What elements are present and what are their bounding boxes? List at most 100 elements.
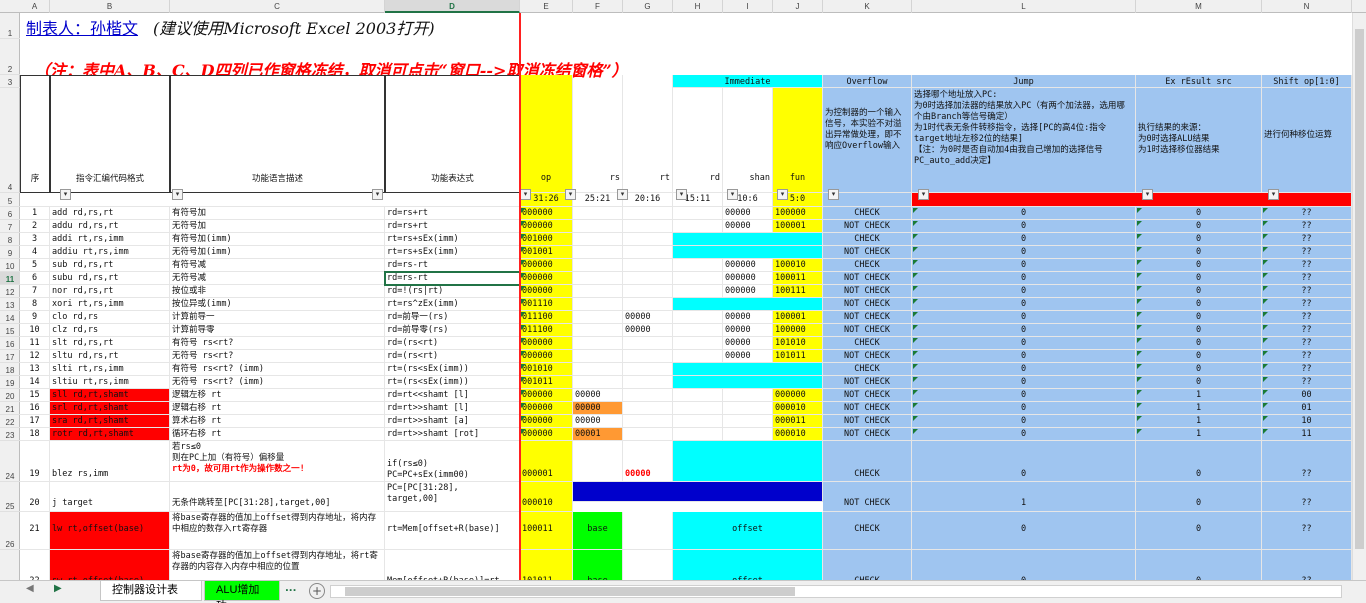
cell-expr[interactable]: rd=rt>>shamt [l] [385, 402, 520, 415]
row-header-15[interactable]: 15 [0, 324, 20, 337]
jump-description[interactable]: 选择哪个地址放入PC: 为0时选择加法器的结果放入PC（有两个加法器，选用哪个由… [912, 88, 1136, 193]
cell-shamt[interactable]: 00000 [723, 311, 773, 324]
cell-shift[interactable]: ?? [1262, 259, 1352, 272]
cell-op[interactable]: 011100 [520, 311, 573, 324]
cell-shift[interactable]: ?? [1262, 311, 1352, 324]
row-header-21[interactable]: 21 [0, 402, 20, 415]
cell-shamt[interactable]: 000000 [723, 285, 773, 298]
cell-op[interactable]: 001000 [520, 233, 573, 246]
cell-exresult[interactable]: 0 [1136, 285, 1262, 298]
row-header-13[interactable]: 13 [0, 298, 20, 311]
cell-shift[interactable]: ?? [1262, 512, 1352, 550]
cell-rs[interactable] [573, 350, 623, 363]
cell-rd[interactable] [673, 285, 723, 298]
cell-op[interactable]: 000000 [520, 402, 573, 415]
cell-rt[interactable] [623, 350, 673, 363]
filter-dropdown-icon[interactable]: ▾ [372, 189, 383, 200]
cell-funct[interactable]: 101011 [773, 350, 823, 363]
row-header-1[interactable]: 1 [0, 13, 20, 39]
cell-overflow[interactable]: NOT CHECK [823, 402, 912, 415]
cell-desc[interactable]: 无条件跳转至[PC[31:28],target,00] [170, 482, 385, 512]
cell-shamt[interactable]: 00000 [723, 350, 773, 363]
cell-jump[interactable]: 0 [912, 259, 1136, 272]
cell-overflow[interactable]: NOT CHECK [823, 482, 912, 512]
cell-exresult[interactable]: 0 [1136, 376, 1262, 389]
cell-seq[interactable]: 12 [20, 350, 50, 363]
cell-overflow[interactable]: CHECK [823, 233, 912, 246]
cell-jump[interactable]: 0 [912, 363, 1136, 376]
cell-overflow[interactable]: CHECK [823, 337, 912, 350]
cell-shamt[interactable] [723, 415, 773, 428]
cell-rt[interactable] [623, 298, 673, 311]
column-header-h[interactable]: H [673, 0, 723, 13]
filter-dropdown-icon[interactable]: ▾ [777, 189, 788, 200]
cell-op[interactable]: 000000 [520, 285, 573, 298]
cell-rt[interactable] [623, 233, 673, 246]
cell-op[interactable]: 000001 [520, 441, 573, 482]
filter-dropdown-icon[interactable]: ▾ [676, 189, 687, 200]
bits-rs[interactable]: 25:21 [573, 193, 623, 207]
cell-seq[interactable]: 22 [20, 550, 50, 580]
cell-jump[interactable]: 0 [912, 512, 1136, 550]
column-header-f[interactable]: F [573, 0, 623, 13]
cell-shift[interactable]: ?? [1262, 246, 1352, 259]
cell-asm[interactable]: srl rd,rt,shamt [50, 402, 170, 415]
cell-exresult[interactable]: 1 [1136, 402, 1262, 415]
cell-rd[interactable] [673, 350, 723, 363]
cell-expr[interactable]: rd=!(rs|rt) [385, 285, 520, 298]
cell-rs[interactable] [573, 298, 623, 311]
cell-shift[interactable]: 01 [1262, 402, 1352, 415]
cell-seq[interactable]: 10 [20, 324, 50, 337]
cell-asm[interactable]: j target [50, 482, 170, 512]
cell-jump[interactable]: 0 [912, 298, 1136, 311]
cell-shift[interactable]: 00 [1262, 389, 1352, 402]
vertical-scrollbar[interactable] [1352, 13, 1366, 580]
cell-shamt[interactable]: 00000 [723, 207, 773, 220]
cell-rt[interactable] [623, 363, 673, 376]
header-jump[interactable]: Jump [912, 75, 1136, 88]
filter-dropdown-icon[interactable]: ▾ [828, 189, 839, 200]
cell-seq[interactable]: 18 [20, 428, 50, 441]
header-expr[interactable]: 功能表达式 [385, 75, 520, 193]
overflow-description[interactable]: 为控制器的一个输入信号，本实验不对溢出异常做处理，即不响应Overflow输入 [823, 88, 912, 193]
cell-shamt[interactable]: 00000 [723, 337, 773, 350]
cell-seq[interactable]: 9 [20, 311, 50, 324]
cell-rs[interactable]: 00000 [573, 389, 623, 402]
cell-rs[interactable] [573, 337, 623, 350]
cell-rt[interactable] [623, 259, 673, 272]
cell-overflow[interactable]: NOT CHECK [823, 389, 912, 402]
cell-exresult[interactable]: 0 [1136, 207, 1262, 220]
cell-expr[interactable]: rd=rt>>shamt [a] [385, 415, 520, 428]
cell-shamt[interactable]: 000000 [723, 272, 773, 285]
cell-op[interactable]: 000000 [520, 259, 573, 272]
filter-dropdown-icon[interactable]: ▾ [565, 189, 576, 200]
cell-jump[interactable]: 0 [912, 350, 1136, 363]
cell-rd[interactable] [673, 415, 723, 428]
add-sheet-button[interactable]: + [309, 583, 325, 599]
cell-asm[interactable]: lw rt,offset(base) [50, 512, 170, 550]
cell-rt[interactable]: 00000 [623, 324, 673, 337]
bits-rt[interactable]: 20:16 [623, 193, 673, 207]
cell-expr[interactable]: rt=rs^zEx(imm) [385, 298, 520, 311]
cell-rt[interactable] [623, 220, 673, 233]
cell-expr[interactable]: rd=前导零(rs) [385, 324, 520, 337]
cell-asm[interactable]: rotr rd,rt,shamt [50, 428, 170, 441]
header-rs[interactable]: rs [573, 75, 623, 193]
cell-desc[interactable]: 有符号 rs<rt? (imm) [170, 363, 385, 376]
cell-asm[interactable]: sltu rd,rs,rt [50, 350, 170, 363]
cell-rs[interactable] [573, 376, 623, 389]
cell-rs[interactable]: 00001 [573, 428, 623, 441]
cell-funct[interactable]: 100001 [773, 220, 823, 233]
cell-seq[interactable]: 8 [20, 298, 50, 311]
cell-shift[interactable]: ?? [1262, 285, 1352, 298]
cell-shamt[interactable]: 000000 [723, 259, 773, 272]
cell-shift[interactable]: 10 [1262, 415, 1352, 428]
row-header-22[interactable]: 22 [0, 415, 20, 428]
cell-overflow[interactable]: CHECK [823, 207, 912, 220]
cell-asm[interactable]: sw rt,offset(base) [50, 550, 170, 580]
cell-jump[interactable]: 0 [912, 324, 1136, 337]
cell-overflow[interactable]: NOT CHECK [823, 220, 912, 233]
cell-shift[interactable]: 11 [1262, 428, 1352, 441]
tab-alu-add[interactable]: ALU增加功 [204, 581, 280, 603]
cell-exresult[interactable]: 0 [1136, 233, 1262, 246]
